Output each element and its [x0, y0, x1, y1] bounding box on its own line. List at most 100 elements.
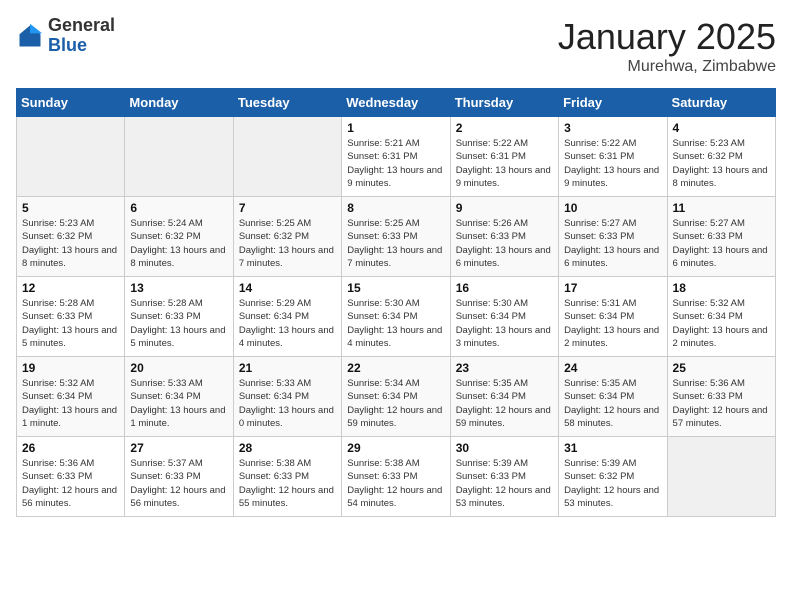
- week-row-4: 19Sunrise: 5:32 AM Sunset: 6:34 PM Dayli…: [17, 357, 776, 437]
- day-number: 24: [564, 361, 661, 375]
- day-info: Sunrise: 5:36 AM Sunset: 6:33 PM Dayligh…: [673, 377, 770, 430]
- day-info: Sunrise: 5:23 AM Sunset: 6:32 PM Dayligh…: [22, 217, 119, 270]
- weekday-header-friday: Friday: [559, 89, 667, 117]
- day-cell: 9 Sunrise: 5:26 AM Sunset: 6:33 PM Daylig…: [450, 197, 558, 277]
- day-cell: 21Sunrise: 5:33 AM Sunset: 6:34 PM Dayli…: [233, 357, 341, 437]
- day-cell: 20 Sunrise: 5:33 AM Sunset: 6:34 PM Dayli…: [125, 357, 233, 437]
- logo: General Blue: [16, 16, 115, 56]
- day-cell: 13Sunrise: 5:28 AM Sunset: 6:33 PM Dayli…: [125, 277, 233, 357]
- day-number: 20: [130, 361, 227, 375]
- day-cell: 3Sunrise: 5:22 AM Sunset: 6:31 PM Daylig…: [559, 117, 667, 197]
- day-info: Sunrise: 5:35 AM Sunset: 6:34 PM Dayligh…: [456, 377, 553, 430]
- day-cell: 17 Sunrise: 5:31 AM Sunset: 6:34 PM Dayli…: [559, 277, 667, 357]
- page-header: General Blue January 2025 Murehwa, Zimba…: [16, 16, 776, 76]
- weekday-header-row: SundayMondayTuesdayWednesdayThursdayFrid…: [17, 89, 776, 117]
- day-info: Sunrise: 5:22 AM Sunset: 6:31 PM Dayligh…: [456, 137, 553, 190]
- day-cell: 30 Sunrise: 5:39 AM Sunset: 6:33 PM Dayli…: [450, 437, 558, 517]
- day-number: 31: [564, 441, 661, 455]
- day-info: Sunrise: 5:30 AM Sunset: 6:34 PM Dayligh…: [456, 297, 553, 350]
- day-cell: 27 Sunrise: 5:37 AM Sunset: 6:33 PM Dayli…: [125, 437, 233, 517]
- day-info: Sunrise: 5:23 AM Sunset: 6:32 PM Dayligh…: [673, 137, 770, 190]
- day-info: Sunrise: 5:26 AM Sunset: 6:33 PM Dayligh…: [456, 217, 553, 270]
- day-number: 6: [130, 201, 227, 215]
- weekday-header-saturday: Saturday: [667, 89, 775, 117]
- logo-icon: [16, 22, 44, 50]
- day-cell: 25 Sunrise: 5:36 AM Sunset: 6:33 PM Dayli…: [667, 357, 775, 437]
- day-info: Sunrise: 5:38 AM Sunset: 6:33 PM Dayligh…: [239, 457, 336, 510]
- day-cell: 22 Sunrise: 5:34 AM Sunset: 6:34 PM Dayli…: [342, 357, 450, 437]
- day-cell: 14 Sunrise: 5:29 AM Sunset: 6:34 PM Dayli…: [233, 277, 341, 357]
- day-number: 16: [456, 281, 553, 295]
- day-number: 17: [564, 281, 661, 295]
- day-info: Sunrise: 5:22 AM Sunset: 6:31 PM Dayligh…: [564, 137, 661, 190]
- week-row-1: 1 Sunrise: 5:21 AM Sunset: 6:31 PM Daylig…: [17, 117, 776, 197]
- day-number: 11: [673, 201, 770, 215]
- weekday-header-sunday: Sunday: [17, 89, 125, 117]
- day-number: 28: [239, 441, 336, 455]
- day-number: 23: [456, 361, 553, 375]
- day-number: 5: [22, 201, 119, 215]
- day-info: Sunrise: 5:28 AM Sunset: 6:33 PM Dayligh…: [130, 297, 227, 350]
- day-number: 25: [673, 361, 770, 375]
- day-number: 30: [456, 441, 553, 455]
- weekday-header-tuesday: Tuesday: [233, 89, 341, 117]
- day-info: Sunrise: 5:24 AM Sunset: 6:32 PM Dayligh…: [130, 217, 227, 270]
- day-cell: 6 Sunrise: 5:24 AM Sunset: 6:32 PM Daylig…: [125, 197, 233, 277]
- day-cell: 19Sunrise: 5:32 AM Sunset: 6:34 PM Dayli…: [17, 357, 125, 437]
- day-cell: 29Sunrise: 5:38 AM Sunset: 6:33 PM Dayli…: [342, 437, 450, 517]
- weekday-header-monday: Monday: [125, 89, 233, 117]
- day-cell: 2 Sunrise: 5:22 AM Sunset: 6:31 PM Daylig…: [450, 117, 558, 197]
- day-info: Sunrise: 5:35 AM Sunset: 6:34 PM Dayligh…: [564, 377, 661, 430]
- day-cell: 15 Sunrise: 5:30 AM Sunset: 6:34 PM Dayli…: [342, 277, 450, 357]
- day-number: 29: [347, 441, 444, 455]
- day-number: 27: [130, 441, 227, 455]
- logo-text: General Blue: [48, 16, 115, 56]
- day-number: 22: [347, 361, 444, 375]
- day-info: Sunrise: 5:36 AM Sunset: 6:33 PM Dayligh…: [22, 457, 119, 510]
- day-number: 18: [673, 281, 770, 295]
- day-number: 2: [456, 121, 553, 135]
- day-number: 1: [347, 121, 444, 135]
- day-info: Sunrise: 5:33 AM Sunset: 6:34 PM Dayligh…: [130, 377, 227, 430]
- day-info: Sunrise: 5:39 AM Sunset: 6:33 PM Dayligh…: [456, 457, 553, 510]
- day-cell: 12Sunrise: 5:28 AM Sunset: 6:33 PM Dayli…: [17, 277, 125, 357]
- day-cell: [667, 437, 775, 517]
- day-cell: 7 Sunrise: 5:25 AM Sunset: 6:32 PM Daylig…: [233, 197, 341, 277]
- day-info: Sunrise: 5:34 AM Sunset: 6:34 PM Dayligh…: [347, 377, 444, 430]
- day-info: Sunrise: 5:31 AM Sunset: 6:34 PM Dayligh…: [564, 297, 661, 350]
- day-info: Sunrise: 5:27 AM Sunset: 6:33 PM Dayligh…: [564, 217, 661, 270]
- day-cell: 16 Sunrise: 5:30 AM Sunset: 6:34 PM Dayli…: [450, 277, 558, 357]
- day-cell: 1 Sunrise: 5:21 AM Sunset: 6:31 PM Daylig…: [342, 117, 450, 197]
- day-info: Sunrise: 5:39 AM Sunset: 6:32 PM Dayligh…: [564, 457, 661, 510]
- day-info: Sunrise: 5:37 AM Sunset: 6:33 PM Dayligh…: [130, 457, 227, 510]
- day-number: 9: [456, 201, 553, 215]
- day-info: Sunrise: 5:32 AM Sunset: 6:34 PM Dayligh…: [673, 297, 770, 350]
- day-info: Sunrise: 5:32 AM Sunset: 6:34 PM Dayligh…: [22, 377, 119, 430]
- weekday-header-thursday: Thursday: [450, 89, 558, 117]
- location: Murehwa, Zimbabwe: [558, 58, 776, 76]
- day-info: Sunrise: 5:21 AM Sunset: 6:31 PM Dayligh…: [347, 137, 444, 190]
- day-info: Sunrise: 5:29 AM Sunset: 6:34 PM Dayligh…: [239, 297, 336, 350]
- day-info: Sunrise: 5:25 AM Sunset: 6:32 PM Dayligh…: [239, 217, 336, 270]
- day-info: Sunrise: 5:30 AM Sunset: 6:34 PM Dayligh…: [347, 297, 444, 350]
- day-number: 21: [239, 361, 336, 375]
- weekday-header-wednesday: Wednesday: [342, 89, 450, 117]
- day-number: 7: [239, 201, 336, 215]
- day-number: 26: [22, 441, 119, 455]
- day-number: 8: [347, 201, 444, 215]
- day-info: Sunrise: 5:28 AM Sunset: 6:33 PM Dayligh…: [22, 297, 119, 350]
- day-cell: 23 Sunrise: 5:35 AM Sunset: 6:34 PM Dayli…: [450, 357, 558, 437]
- week-row-3: 12Sunrise: 5:28 AM Sunset: 6:33 PM Dayli…: [17, 277, 776, 357]
- day-cell: 24 Sunrise: 5:35 AM Sunset: 6:34 PM Dayli…: [559, 357, 667, 437]
- day-cell: 18 Sunrise: 5:32 AM Sunset: 6:34 PM Dayli…: [667, 277, 775, 357]
- day-cell: 8Sunrise: 5:25 AM Sunset: 6:33 PM Daylig…: [342, 197, 450, 277]
- week-row-5: 26 Sunrise: 5:36 AM Sunset: 6:33 PM Dayli…: [17, 437, 776, 517]
- day-number: 10: [564, 201, 661, 215]
- day-number: 15: [347, 281, 444, 295]
- day-cell: 10 Sunrise: 5:27 AM Sunset: 6:33 PM Dayli…: [559, 197, 667, 277]
- day-cell: [233, 117, 341, 197]
- day-cell: 26 Sunrise: 5:36 AM Sunset: 6:33 PM Dayli…: [17, 437, 125, 517]
- title-block: January 2025 Murehwa, Zimbabwe: [558, 16, 776, 76]
- day-cell: 31 Sunrise: 5:39 AM Sunset: 6:32 PM Dayli…: [559, 437, 667, 517]
- day-number: 14: [239, 281, 336, 295]
